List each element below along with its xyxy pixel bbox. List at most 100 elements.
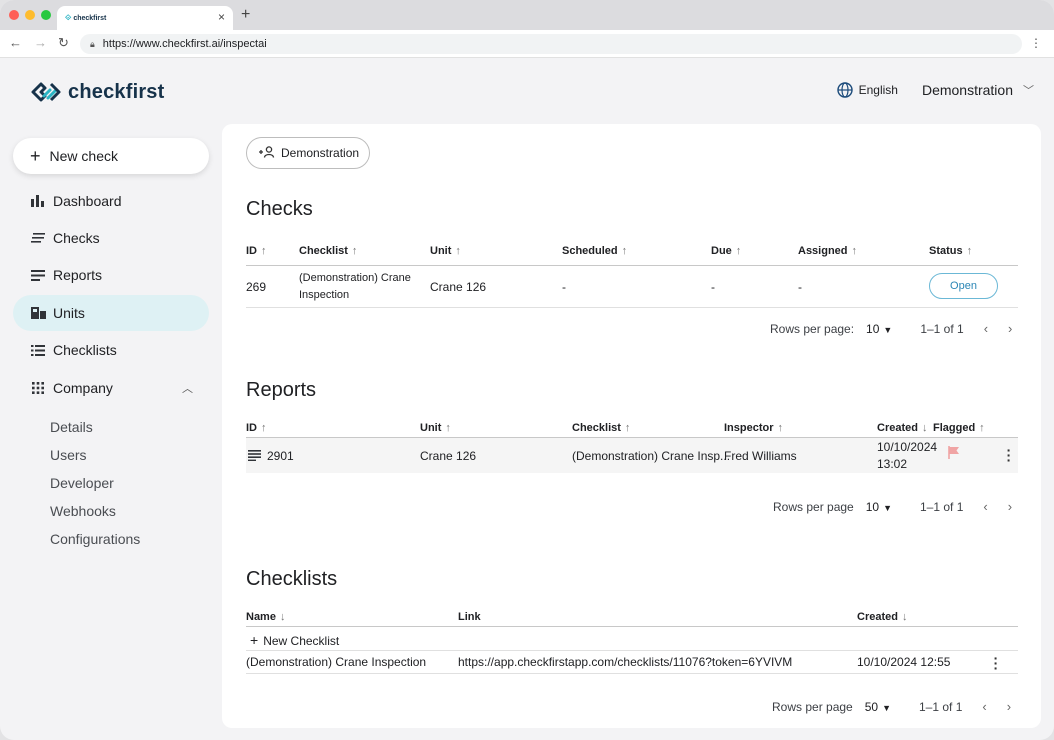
prev-page-icon[interactable]: ‹ <box>983 499 987 514</box>
rows-per-page-select[interactable]: 50 ▼ <box>865 700 891 714</box>
check-checklist-line2: Inspection <box>299 289 350 301</box>
sidebar-item-units[interactable]: Units <box>13 295 209 331</box>
reports-col-checklist[interactable]: Checklist ↑ <box>572 422 630 434</box>
checklists-header-divider <box>246 626 1018 627</box>
sidebar-item-label: Checks <box>53 230 100 246</box>
bar-chart-icon <box>30 195 46 207</box>
next-page-icon[interactable]: › <box>1007 699 1011 714</box>
checks-section-title: Checks <box>246 198 313 220</box>
rows-per-page-label: Rows per page: <box>770 321 855 336</box>
reports-col-id[interactable]: ID ↑ <box>246 422 267 434</box>
checks-col-status[interactable]: Status ↑ <box>929 245 972 257</box>
window-controls <box>9 10 51 20</box>
next-page-icon[interactable]: › <box>1008 499 1012 514</box>
sidebar-subitem-developer[interactable]: Developer <box>50 475 114 491</box>
checks-col-unit[interactable]: Unit ↑ <box>430 245 461 257</box>
pagination-range: 1–1 of 1 <box>920 321 964 336</box>
pagination-range: 1–1 of 1 <box>920 499 964 514</box>
organization-selector[interactable]: Demonstration <box>922 82 1013 98</box>
check-status-open-button[interactable]: Open <box>929 273 998 299</box>
sidebar-item-checks[interactable]: Checks <box>13 220 209 256</box>
app-logo[interactable]: checkfirst <box>30 80 165 104</box>
maximize-window-button[interactable] <box>41 10 51 20</box>
rows-per-page-label: Rows per page <box>773 499 854 514</box>
prev-page-icon[interactable]: ‹ <box>984 321 988 336</box>
checklist-created: 10/10/2024 12:55 <box>857 655 951 669</box>
tab-favicon: ⟐ checkfirst <box>65 13 106 23</box>
sidebar-item-company[interactable]: Company ︿ <box>13 370 209 406</box>
new-tab-icon[interactable]: + <box>241 6 250 24</box>
caret-down-icon: ▼ <box>883 502 892 513</box>
new-check-button[interactable]: + New check <box>13 138 209 174</box>
report-created-date: 10/10/2024 <box>877 440 938 454</box>
check-checklist-line1: (Demonstration) Crane <box>299 272 411 284</box>
reload-icon[interactable]: ↻ <box>58 35 69 51</box>
report-created-time: 13:02 <box>877 457 908 471</box>
sidebar-subitem-users[interactable]: Users <box>50 447 87 463</box>
reports-col-unit[interactable]: Unit ↑ <box>420 422 451 434</box>
close-window-button[interactable] <box>9 10 19 20</box>
address-bar: ← → ↻ 🔒︎ https://www.checkfirst.ai/inspe… <box>0 30 1054 58</box>
url-field[interactable]: 🔒︎ https://www.checkfirst.ai/inspectai <box>80 34 1022 54</box>
back-arrow-icon[interactable]: ← <box>9 35 22 50</box>
checks-pagination: Rows per page: 10 ▼ 1–1 of 1 ‹ › <box>770 321 1012 336</box>
browser-tab-bar: ⟐ checkfirst × + <box>0 0 1054 30</box>
checks-col-checklist[interactable]: Checklist ↑ <box>299 245 357 257</box>
checklists-section-title: Checklists <box>246 568 338 590</box>
tab-title: checkfirst <box>73 14 107 22</box>
checklists-col-name[interactable]: Name ↓ <box>246 611 285 623</box>
language-label: English <box>858 83 898 97</box>
next-page-icon[interactable]: › <box>1008 321 1012 336</box>
rows-per-page-select[interactable]: 10 ▼ <box>866 500 892 514</box>
flag-icon[interactable] <box>948 446 960 462</box>
sidebar-item-label: Checklists <box>53 342 117 358</box>
report-unit: Crane 126 <box>420 449 477 463</box>
language-selector[interactable]: English <box>836 82 898 98</box>
demonstration-chip[interactable]: Demonstration <box>246 137 370 169</box>
new-checklist-label: New Checklist <box>263 634 340 648</box>
new-check-label: New check <box>49 148 118 164</box>
sidebar-item-label: Dashboard <box>53 193 122 209</box>
demonstration-chip-label: Demonstration <box>281 146 360 160</box>
report-id-cell[interactable]: 2901 <box>248 449 294 463</box>
reports-section-title: Reports <box>246 379 317 401</box>
globe-icon <box>836 82 853 98</box>
checkfirst-logo-icon <box>31 82 61 102</box>
sidebar-item-checklists[interactable]: Checklists <box>13 332 209 368</box>
sidebar-item-reports[interactable]: Reports <box>13 257 209 293</box>
sidebar-item-label: Units <box>53 305 85 321</box>
checks-col-id[interactable]: ID ↑ <box>246 245 267 257</box>
reports-col-flagged[interactable]: Flagged ↑ <box>933 422 985 434</box>
checklist-link[interactable]: https://app.checkfirstapp.com/checklists… <box>458 655 792 669</box>
units-icon <box>30 307 46 319</box>
sidebar-subitem-webhooks[interactable]: Webhooks <box>50 503 116 519</box>
main-panel: Demonstration Checks ID ↑ Checklist ↑ Unit… <box>222 124 1041 728</box>
close-tab-icon[interactable]: × <box>218 10 225 24</box>
chevron-up-icon[interactable]: ︿ <box>182 380 193 396</box>
forward-arrow-icon[interactable]: → <box>34 35 47 50</box>
checks-col-scheduled[interactable]: Scheduled ↑ <box>562 245 627 257</box>
sidebar-subitem-details[interactable]: Details <box>50 419 93 435</box>
reports-col-created[interactable]: Created ↓ <box>877 422 927 434</box>
checks-col-assigned[interactable]: Assigned ↑ <box>798 245 857 257</box>
minimize-window-button[interactable] <box>25 10 35 20</box>
report-checklist: (Demonstration) Crane Insp... <box>572 449 731 463</box>
sidebar-subitem-configurations[interactable]: Configurations <box>50 531 140 547</box>
rows-per-page-select[interactable]: 10 ▼ <box>866 322 892 336</box>
checklist-name[interactable]: (Demonstration) Crane Inspection <box>246 655 426 669</box>
chevron-down-icon[interactable]: ﹀ <box>1023 82 1034 98</box>
checklists-new-divider <box>246 650 1018 651</box>
new-checklist-button[interactable]: + New Checklist <box>250 632 339 648</box>
checks-col-due[interactable]: Due ↑ <box>711 245 741 257</box>
reports-col-inspector[interactable]: Inspector ↑ <box>724 422 783 434</box>
sidebar-item-dashboard[interactable]: Dashboard <box>13 183 209 219</box>
checklists-col-created[interactable]: Created ↓ <box>857 611 907 623</box>
report-row-menu-icon[interactable]: · · · <box>1006 443 1012 467</box>
prev-page-icon[interactable]: ‹ <box>982 699 986 714</box>
caret-down-icon: ▼ <box>882 702 891 713</box>
browser-menu-icon[interactable]: ⋮ <box>1030 36 1042 50</box>
check-id[interactable]: 269 <box>246 280 266 294</box>
browser-tab[interactable]: ⟐ checkfirst × <box>57 6 233 30</box>
url-text: https://www.checkfirst.ai/inspectai <box>102 38 267 50</box>
checklist-row-menu-icon[interactable]: · · · <box>993 651 999 675</box>
